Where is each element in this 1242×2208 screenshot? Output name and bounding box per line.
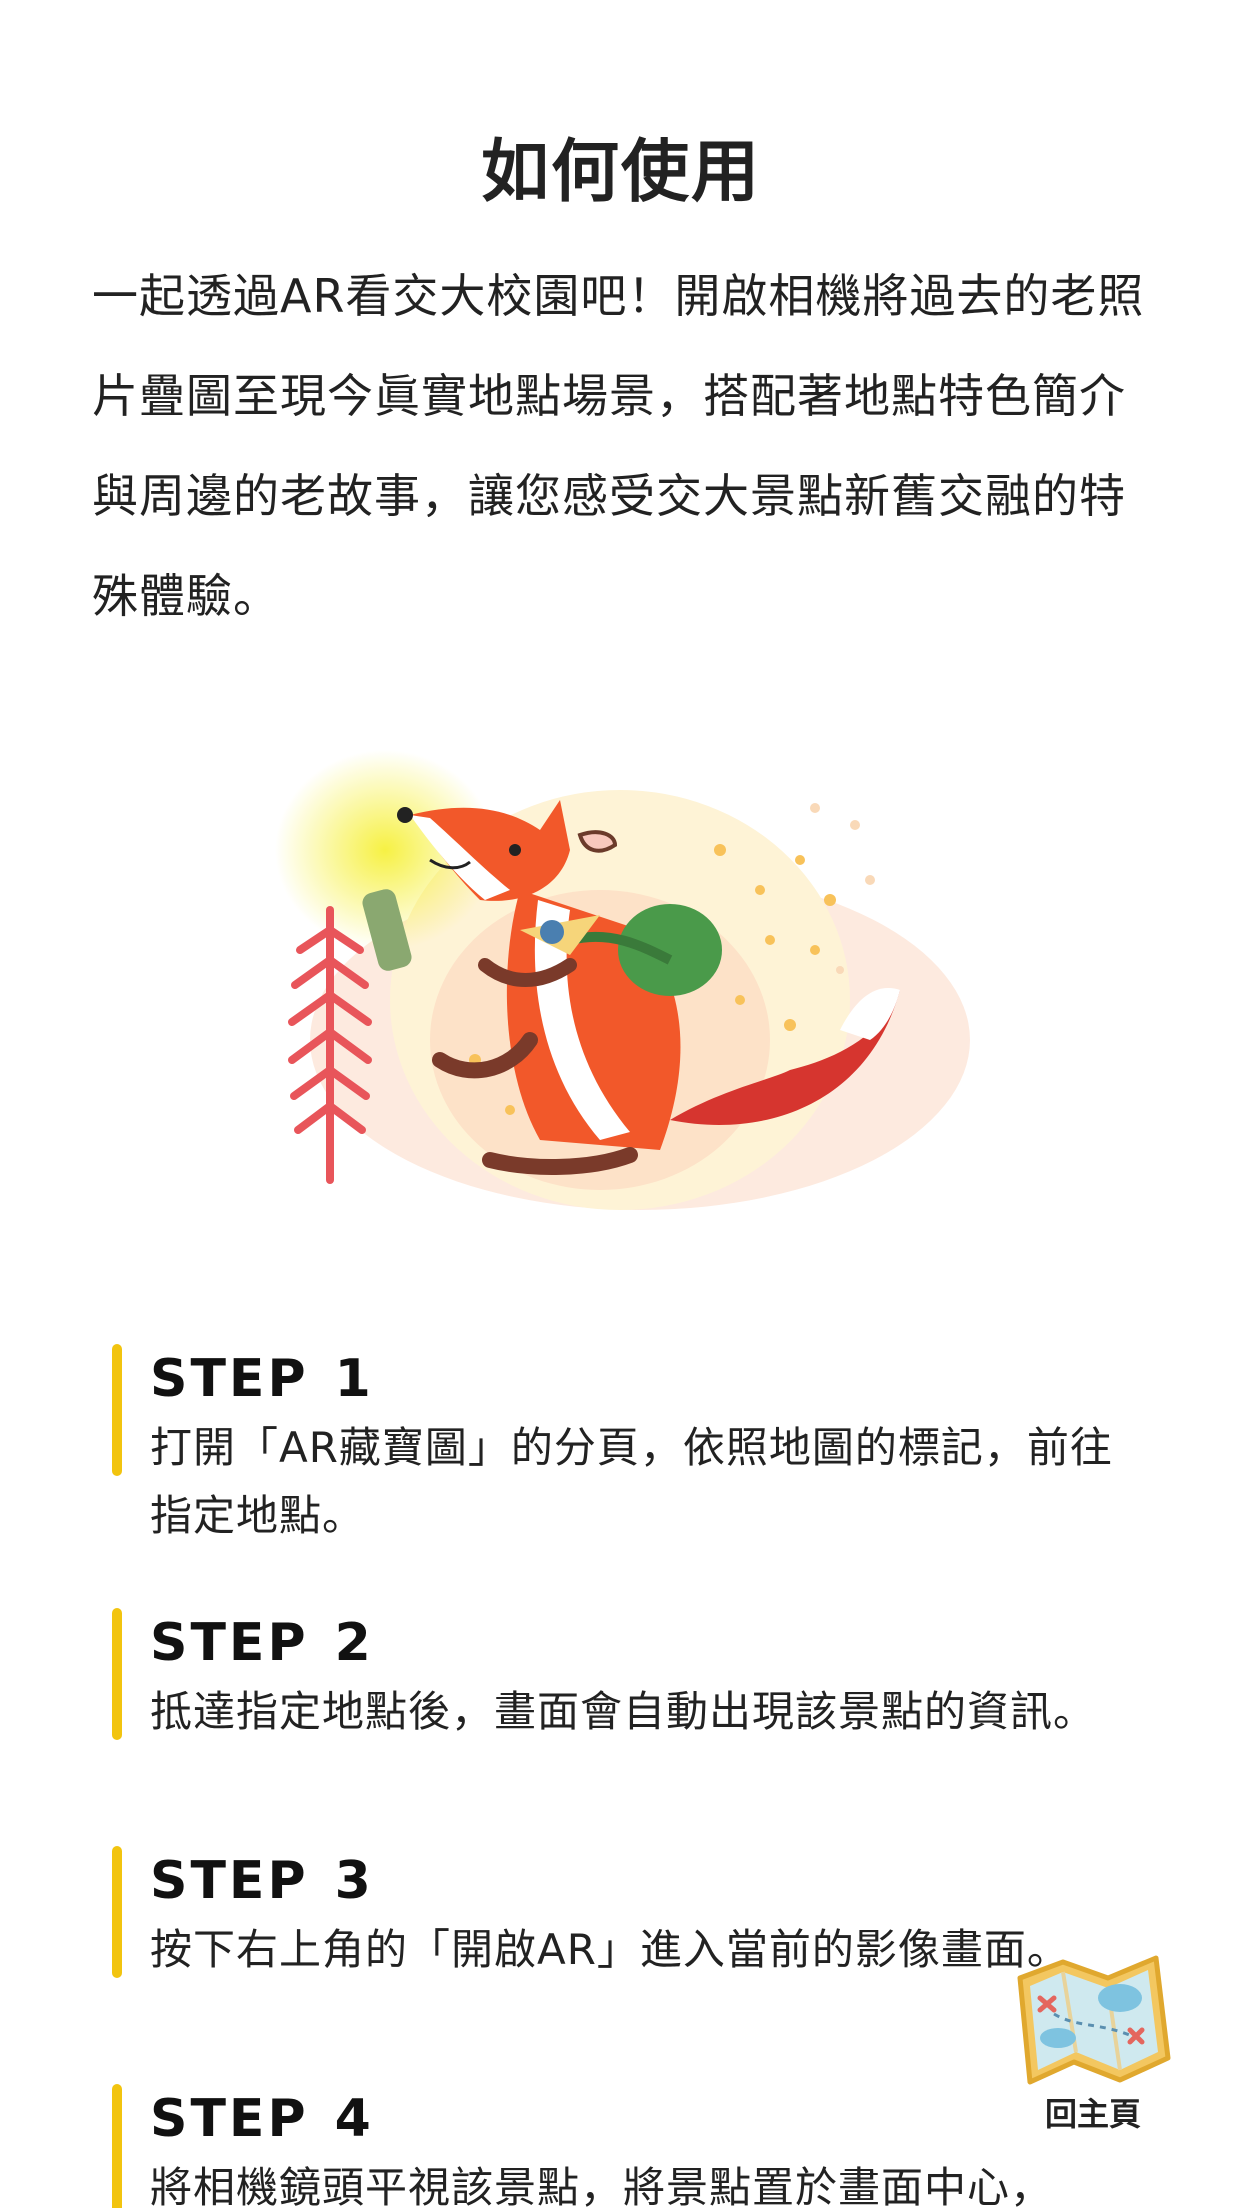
step-title: STEP 4 — [150, 2084, 374, 2154]
step-number: 3 — [334, 1851, 374, 1911]
step-accent-bar — [112, 1608, 122, 1740]
home-button-label: 回主頁 — [1044, 2095, 1141, 2133]
step-label: STEP — [150, 2089, 309, 2149]
step-description: 將相機鏡頭平視該景點，將景點置於畫面中心， — [150, 2163, 1054, 2208]
step-number: 2 — [334, 1613, 374, 1673]
step-title: STEP 2 — [150, 1608, 374, 1678]
fox-explorer-illustration — [270, 740, 1010, 1220]
step-number: 1 — [334, 1349, 374, 1409]
step-label: STEP — [150, 1613, 309, 1673]
intro-paragraph: 一起透過AR看交大校園吧！開啟相機將過去的老照片疊圖至現今眞實地點場景，搭配著地… — [92, 269, 1145, 623]
step-accent-bar — [112, 1344, 122, 1476]
page-title: 如何使用 — [480, 133, 761, 212]
step-accent-bar — [112, 2084, 122, 2208]
step-description: 按下右上角的「開啟AR」進入當前的影像畫面。 — [150, 1925, 1070, 1974]
how-to-use-page: 如何使用 一起透過AR看交大校園吧！開啟相機將過去的老照片疊圖至現今眞實地點場景… — [0, 0, 1242, 2208]
step-number: 4 — [334, 2089, 374, 2149]
step-description: 打開「AR藏寶圖」的分頁，依照地圖的標記，前往指定地點。 — [150, 1423, 1113, 1540]
step-label: STEP — [150, 1349, 309, 1409]
treasure-map-icon — [1017, 1955, 1171, 2085]
home-button[interactable]: 回主頁 — [1008, 1948, 1178, 2138]
step-label: STEP — [150, 1851, 309, 1911]
step-accent-bar — [112, 1846, 122, 1978]
step-title: STEP 1 — [150, 1344, 374, 1414]
step-description: 抵達指定地點後，畫面會自動出現該景點的資訊。 — [150, 1687, 1097, 1736]
step-title: STEP 3 — [150, 1846, 374, 1916]
